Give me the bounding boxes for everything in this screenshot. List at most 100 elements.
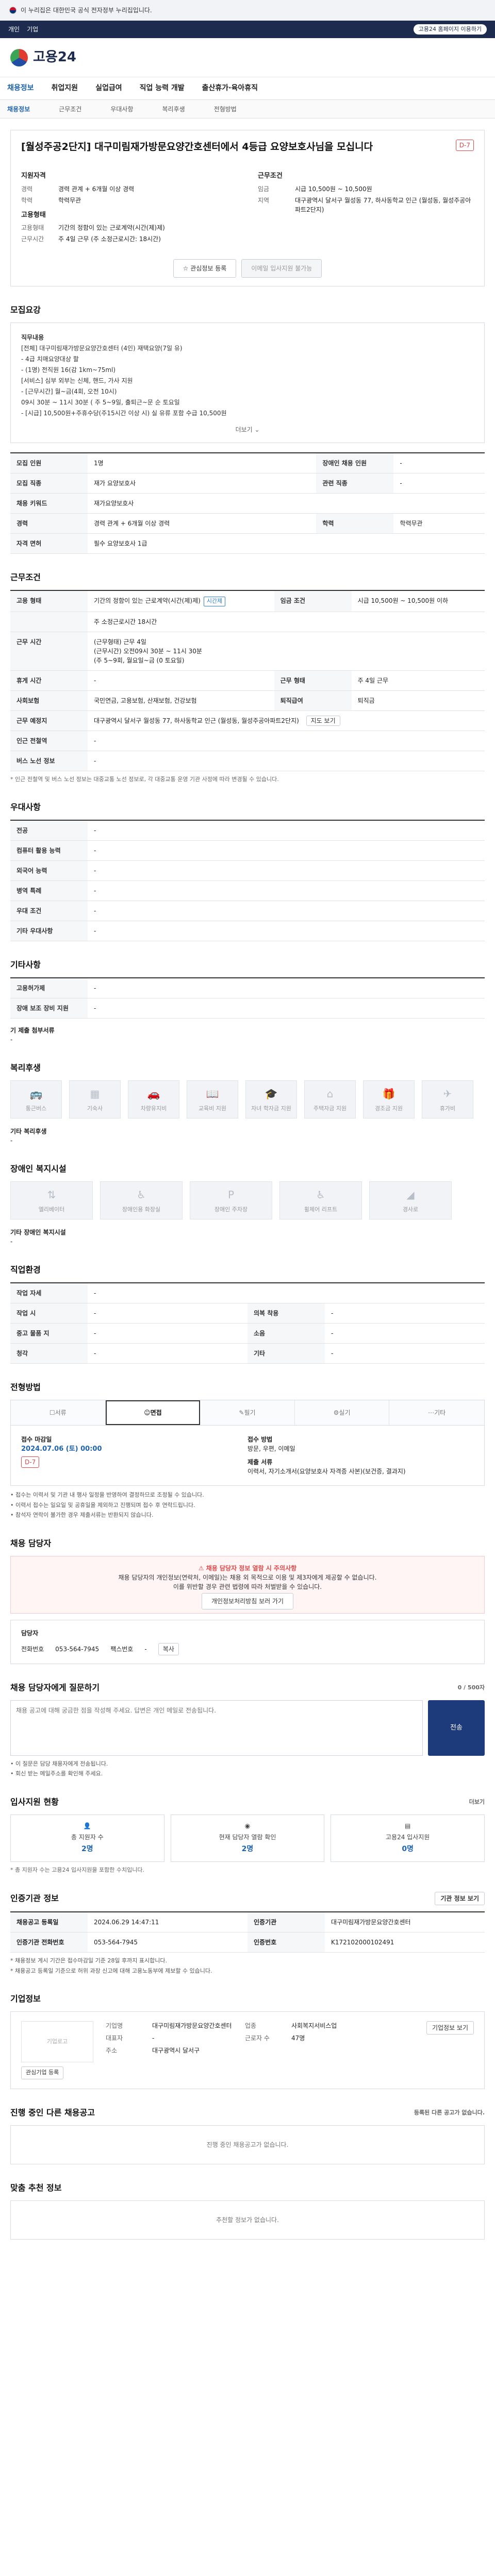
table-header: 중고 물품 지	[10, 1323, 88, 1344]
tab-welfare[interactable]: 복리후생	[162, 105, 185, 114]
interest-button-label: 관심정보 등록	[190, 265, 227, 273]
table-header: 작업 자세	[10, 1283, 88, 1304]
gnb-item-benefit[interactable]: 실업급여	[95, 83, 122, 94]
job-desc-line: - 4급 치매요양대상 할	[21, 355, 79, 363]
site-logo[interactable]: 고용24	[33, 47, 76, 67]
inquiry-textarea[interactable]	[10, 1700, 423, 1756]
person-icon: 👤	[83, 1822, 91, 1830]
topbar-right-link[interactable]: 고용24 홈페이지 이용하기	[413, 24, 487, 35]
stats-more-link[interactable]: 더보기	[469, 1798, 485, 1807]
topbar-personal[interactable]: 개인	[8, 25, 20, 34]
gnb-item-leave[interactable]: 출산휴가·육아휴직	[202, 83, 258, 94]
manager-contact: 담당자 전화번호 053-564-7945 팩스번호 - 복사	[10, 1619, 485, 1664]
warning-icon: ⚠	[198, 1564, 206, 1572]
process-tab-interview[interactable]: ☺ 면접	[105, 1400, 201, 1426]
table-cell: 국민연금, 고용보험, 산재보험, 건강보험	[88, 690, 274, 711]
copy-button[interactable]: 복사	[158, 1642, 179, 1655]
cert-info-button[interactable]: 기관 정보 보기	[435, 1892, 485, 1906]
job-title: [월성주공2단지] 대구미림재가방문요양간호센터에서 4등급 요양보호사님을 모…	[21, 141, 373, 152]
table-header: 근무 시간	[10, 632, 88, 671]
company-info-button[interactable]: 기업정보 보기	[426, 2021, 474, 2035]
table-header: 임금 조건	[274, 590, 352, 612]
privacy-policy-button[interactable]: 개인정보처리방침 보러 가기	[201, 1592, 294, 1609]
company-interest-button[interactable]: 관심기업 등록	[21, 2066, 64, 2079]
prefer-table: 전공 - 컴퓨터 활용 능력 - 외국어 능력 - 병역 특례 - 우대 조건 - 기타 …	[10, 820, 485, 942]
dots-icon: ⋯	[428, 1409, 435, 1417]
map-button[interactable]: 지도 보기	[306, 715, 340, 726]
gnb-item-jobs[interactable]: 채용정보	[7, 83, 34, 94]
job-desc-line: - [근무시간] 월~금(4회, 오전 10시)	[21, 388, 117, 396]
welfare-item: ⌂ 주택자금 지원	[304, 1080, 356, 1119]
cond-heading: 근무조건	[258, 172, 283, 180]
restroom-icon: ♿	[137, 1189, 146, 1201]
interest-button[interactable]: ☆ 관심정보 등록	[173, 259, 237, 278]
etc-section-title: 기타사항	[10, 959, 485, 971]
table-row: 채용 키워드 재가요양보호사	[10, 493, 485, 514]
table-row: 고용허가제 -	[10, 978, 485, 999]
section-tabs: 채용정보 근무조건 우대사항 복리후생 전형방법	[0, 100, 495, 118]
company-key: 근로자 수	[245, 2035, 270, 2042]
tab-process[interactable]: 전형방법	[214, 105, 237, 114]
job-summary: [월성주공2단지] 대구미림재가방문요양간호센터에서 4등급 요양보호사님을 모…	[10, 130, 485, 287]
gnb-item-support[interactable]: 취업지원	[52, 83, 78, 94]
process-tab-docs[interactable]: ☐ 서류	[11, 1400, 106, 1426]
inquiry-note: • 이 질문은 담당 채용자에게 전송됩니다.	[10, 1760, 108, 1767]
cert-note: * 채용정보 게시 기간은 접수마감일 기준 28일 후까지 표시합니다.	[10, 1957, 167, 1964]
process-note: • 접수는 이력서 및 기관 내 행사 일정을 반영하여 결정하므로 조정될 수…	[10, 1492, 204, 1499]
table-row: 작업 자세 -	[10, 1283, 485, 1304]
table-cell: -	[88, 820, 485, 841]
docs-icon: ☐	[49, 1409, 55, 1417]
table-row: 자격 면허 필수 요양보호사 1급	[10, 533, 485, 554]
welfare-label: 주택자금 지원	[313, 1105, 347, 1112]
flag-icon	[9, 7, 16, 14]
welfare-label: 기숙사	[87, 1105, 103, 1112]
stat-value: 2명	[241, 1845, 254, 1854]
stat-label: 총 지원자 수	[71, 1834, 104, 1841]
table-row: 장애 보조 장비 지원 -	[10, 998, 485, 1019]
table-header: 휴게 시간	[10, 670, 88, 691]
process-tab-practical[interactable]: ⚙ 실기	[294, 1400, 390, 1426]
table-row: 중고 물품 지 - 소음 -	[10, 1323, 485, 1344]
gnb-item-training[interactable]: 직업 능력 개발	[140, 83, 185, 94]
table-header: 병역 특례	[10, 880, 88, 902]
table-cell: -	[393, 473, 485, 494]
company-logo: 기업로고	[21, 2021, 93, 2063]
house-icon: ⌂	[326, 1088, 334, 1100]
topbar-company[interactable]: 기업	[27, 25, 38, 34]
online-apply-button[interactable]: 이메일 입사지원 불가능	[241, 259, 322, 278]
inquiry-submit-button[interactable]: 전송	[428, 1700, 485, 1756]
tab-work[interactable]: 근무조건	[59, 105, 81, 114]
process-tab-written[interactable]: ✎ 필기	[200, 1400, 295, 1426]
table-header: 관련 직종	[316, 473, 394, 494]
table-header: 장애 보조 장비 지원	[10, 998, 88, 1019]
table-cell: -	[325, 1323, 485, 1344]
recent-heading: 진행 중인 다른 채용공고	[10, 2107, 95, 2117]
tab-prefer[interactable]: 우대사항	[110, 105, 133, 114]
logo-icon[interactable]	[10, 48, 28, 66]
apply-stats: 👤 총 지원자 수 2명 ◉ 현재 담당자 열람 확인 2명 ▤ 고용24 입사지원 0명	[10, 1814, 485, 1862]
table-header: 인증번호	[248, 1933, 325, 1953]
job-desc-line: - (1명) 전직원 16(감 1km~75ml)	[21, 366, 116, 374]
more-button[interactable]: 더보기 ⌄	[21, 425, 474, 434]
parttime-tag: 시간제	[203, 597, 226, 606]
table-row: 경력 경력 관계 + 6개월 이상 경력 학력 학력무관	[10, 513, 485, 534]
table-header: 퇴직급여	[274, 690, 352, 711]
table-cell: 퇴직금	[351, 690, 485, 711]
jobcond-table: 작업 자세 - 작업 시 - 의복 착용 - 중고 물품 지 - 소음 - 청각 - 기타 -	[10, 1282, 485, 1364]
table-row: 우대 조건 -	[10, 901, 485, 922]
table-cell: -	[393, 453, 485, 474]
table-cell: -	[88, 921, 485, 942]
work-time-line: (근무시간) 오전09시 30분 ~ 11시 30분	[94, 647, 202, 655]
table-row: 청각 - 기타 -	[10, 1343, 485, 1364]
facility-item: ⇅ 엘리베이터	[10, 1181, 93, 1220]
process-tab-etc[interactable]: ⋯ 기타	[389, 1400, 484, 1426]
table-cell: K172102000102491	[325, 1933, 485, 1953]
exp-label: 경력	[21, 185, 33, 193]
welfare-label: 자녀 학자금 지원	[251, 1105, 291, 1112]
table-cell: 1명	[88, 453, 317, 474]
inquiry-note: • 회신 받는 메일주소를 확인해 주세요.	[10, 1770, 103, 1777]
table-cell: 재가 요양보호사	[88, 473, 317, 494]
stat-label: 고용24 입사지원	[385, 1834, 430, 1841]
tab-recruit[interactable]: 채용정보	[7, 105, 30, 114]
prefer-section-title: 우대사항	[10, 801, 485, 814]
